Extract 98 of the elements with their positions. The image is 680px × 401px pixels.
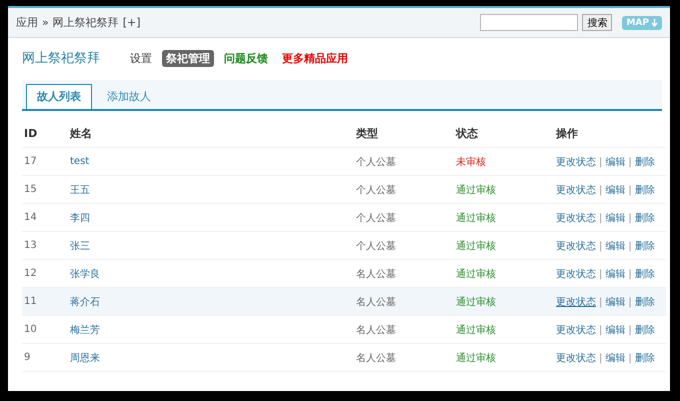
type-cell: 名人公墓	[356, 352, 396, 364]
app-title: 网上祭祀祭拜	[22, 50, 100, 67]
action-link[interactable]: 编辑	[605, 240, 626, 252]
column-header: 类型	[356, 126, 378, 140]
type-cell: 个人公墓	[356, 156, 396, 168]
action-link[interactable]: 删除	[634, 184, 655, 196]
id-cell: 11	[24, 296, 37, 307]
name-link[interactable]: 张学良	[70, 268, 100, 280]
tab[interactable]: 故人列表	[26, 84, 92, 109]
action-link[interactable]: 更改状态	[556, 268, 596, 280]
search-button[interactable]: 搜索	[582, 14, 612, 31]
status-cell: 通过审核	[456, 240, 496, 252]
name-link[interactable]: 周恩来	[70, 352, 100, 364]
separator: |	[599, 352, 602, 364]
table-row[interactable]: 10 梅兰芳 名人公墓 通过审核 更改状态 | 编辑 | 删除	[22, 316, 666, 344]
separator: |	[599, 324, 602, 336]
breadcrumb-current: 网上祭祀祭拜	[52, 15, 119, 30]
type-cell: 名人公墓	[356, 324, 396, 336]
separator: |	[628, 324, 632, 336]
table-row[interactable]: 9 周恩来 名人公墓 通过审核 更改状态 | 编辑 | 删除	[22, 344, 666, 372]
action-link[interactable]: 更改状态	[556, 296, 596, 308]
search-field[interactable]	[480, 14, 578, 31]
separator: |	[599, 268, 602, 280]
action-link[interactable]: 删除	[634, 296, 655, 308]
separator: |	[599, 296, 602, 308]
separator: |	[628, 240, 632, 252]
add-link[interactable]: [+]	[122, 16, 141, 29]
status-cell: 未审核	[456, 156, 486, 168]
type-cell: 名人公墓	[356, 296, 396, 308]
nav-link[interactable]: 祭祀管理	[162, 50, 214, 66]
name-link[interactable]: 李四	[70, 212, 90, 224]
name-link[interactable]: test	[70, 156, 90, 167]
status-cell: 通过审核	[456, 296, 496, 308]
separator: |	[628, 212, 632, 224]
download-arrow-icon	[651, 18, 658, 26]
nav-link[interactable]: 设置	[126, 50, 156, 66]
status-cell: 通过审核	[456, 268, 496, 280]
table-row[interactable]: 15 王五 个人公墓 通过审核 更改状态 | 编辑 | 删除	[22, 176, 666, 204]
column-header: 姓名	[70, 126, 92, 140]
action-link[interactable]: 删除	[634, 352, 655, 364]
type-cell: 名人公墓	[356, 268, 396, 280]
type-cell: 个人公墓	[356, 240, 396, 252]
tab[interactable]: 添加故人	[96, 84, 162, 109]
action-link[interactable]: 更改状态	[556, 184, 596, 196]
action-link[interactable]: 删除	[634, 156, 655, 168]
action-link[interactable]: 编辑	[605, 184, 626, 196]
action-link[interactable]: 更改状态	[556, 156, 596, 168]
table-row[interactable]: 17 test 个人公墓 未审核 更改状态 | 编辑 | 删除	[22, 148, 666, 176]
column-header: 操作	[556, 126, 578, 140]
name-link[interactable]: 王五	[70, 184, 90, 196]
action-link[interactable]: 更改状态	[556, 352, 596, 364]
id-cell: 10	[24, 324, 37, 335]
separator: |	[599, 156, 602, 168]
table-row[interactable]: 13 张三 个人公墓 通过审核 更改状态 | 编辑 | 删除	[22, 232, 666, 260]
action-link[interactable]: 更改状态	[556, 324, 596, 336]
status-cell: 通过审核	[456, 324, 496, 336]
name-link[interactable]: 张三	[70, 240, 90, 252]
type-cell: 个人公墓	[356, 184, 396, 196]
breadcrumb-separator: »	[42, 16, 49, 29]
column-header: 状态	[456, 126, 478, 140]
action-link[interactable]: 删除	[634, 268, 655, 280]
separator: |	[628, 184, 632, 196]
action-link[interactable]: 删除	[634, 240, 655, 252]
type-cell: 个人公墓	[356, 212, 396, 224]
separator: |	[628, 296, 632, 308]
action-link[interactable]: 更改状态	[556, 240, 596, 252]
separator: |	[599, 240, 602, 252]
action-link[interactable]: 编辑	[605, 268, 626, 280]
breadcrumb-link[interactable]: 应用	[16, 15, 38, 30]
status-cell: 通过审核	[456, 184, 496, 196]
action-link[interactable]: 更改状态	[556, 212, 596, 224]
id-cell: 9	[24, 352, 30, 363]
id-cell: 14	[24, 212, 37, 223]
id-cell: 13	[24, 240, 37, 251]
action-link[interactable]: 编辑	[605, 352, 626, 364]
nav-link[interactable]: 更多精品应用	[278, 50, 352, 66]
action-link[interactable]: 编辑	[605, 324, 626, 336]
action-link[interactable]: 编辑	[605, 212, 626, 224]
name-link[interactable]: 梅兰芳	[70, 324, 100, 336]
column-header: ID	[24, 126, 38, 140]
action-link[interactable]: 编辑	[605, 296, 626, 308]
action-link[interactable]: 删除	[634, 212, 655, 224]
separator: |	[599, 212, 602, 224]
status-cell: 通过审核	[456, 352, 496, 364]
highlighted-row[interactable]: 11 蒋介石 名人公墓 通过审核 更改状态 | 编辑 | 删除	[22, 288, 666, 316]
separator: |	[599, 184, 602, 196]
action-link[interactable]: 编辑	[605, 156, 626, 168]
table-row[interactable]: 14 李四 个人公墓 通过审核 更改状态 | 编辑 | 删除	[22, 204, 666, 232]
separator: |	[628, 268, 632, 280]
separator: |	[628, 352, 632, 364]
action-link[interactable]: 删除	[634, 324, 655, 336]
id-cell: 12	[24, 268, 37, 279]
status-cell: 通过审核	[456, 212, 496, 224]
nav-link[interactable]: 问题反馈	[220, 50, 272, 66]
separator: |	[628, 156, 632, 168]
name-link[interactable]: 蒋介石	[70, 296, 100, 308]
id-cell: 17	[24, 156, 37, 167]
id-cell: 15	[24, 184, 37, 195]
